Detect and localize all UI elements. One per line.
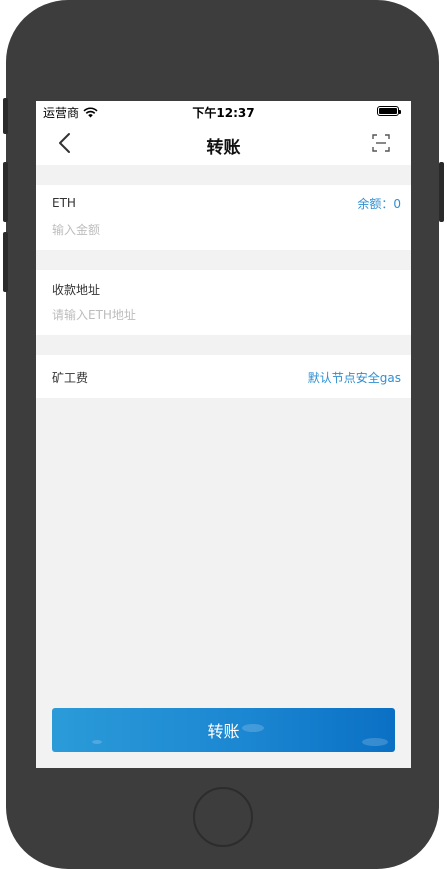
address-input[interactable]: [52, 306, 392, 324]
power-button: [439, 162, 444, 222]
amount-card: ETH 余额：0: [36, 185, 411, 250]
volume-up-button: [3, 162, 8, 222]
button-water-drop: [242, 724, 264, 732]
status-time: 下午12:37: [192, 106, 255, 120]
app-screen: 运营商 下午12:37 转账 ETH 余额：0 收款地址: [36, 101, 411, 768]
button-water-drop: [362, 738, 388, 746]
address-label: 收款地址: [52, 283, 101, 297]
battery-icon: [377, 106, 401, 116]
button-water-drop: [92, 740, 102, 744]
fee-label: 矿工费: [52, 371, 89, 385]
address-card: 收款地址: [36, 270, 411, 335]
mute-switch: [3, 98, 8, 134]
transfer-button-label: 转账: [207, 722, 240, 741]
amount-input[interactable]: [52, 221, 392, 239]
token-label: ETH: [52, 196, 76, 210]
transfer-button[interactable]: 转账: [52, 708, 395, 752]
status-bar: 运营商 下午12:37: [36, 101, 411, 121]
scan-icon[interactable]: [371, 133, 391, 153]
fee-card: 矿工费 默认节点安全gas: [36, 355, 411, 398]
balance-label: 余额：0: [357, 197, 401, 211]
home-button[interactable]: [193, 787, 253, 847]
volume-down-button: [3, 232, 8, 292]
page-title: 转账: [206, 138, 241, 158]
nav-bar: 转账: [36, 121, 411, 165]
fee-setting-link[interactable]: 默认节点安全gas: [308, 369, 401, 386]
